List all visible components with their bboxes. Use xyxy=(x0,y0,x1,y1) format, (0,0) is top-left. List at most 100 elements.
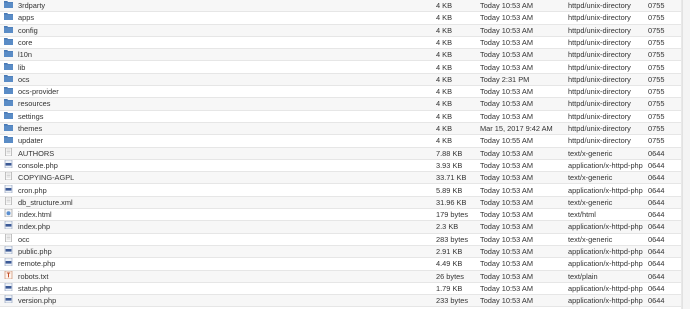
file-permissions[interactable]: 0755 xyxy=(648,74,664,85)
file-name[interactable]: robots.txt xyxy=(18,271,48,282)
folder-icon xyxy=(4,0,13,11)
file-permissions[interactable]: 0755 xyxy=(648,135,664,146)
file-name[interactable]: themes xyxy=(18,123,42,134)
file-row[interactable]: l10n 4 KB Today 10:53 AM httpd/unix-directo… xyxy=(0,49,681,62)
file-modified: Today 10:53 AM xyxy=(480,210,533,220)
file-name[interactable]: AUTHORS xyxy=(18,148,54,159)
file-row[interactable]: occ 283 bytes Today 10:53 AM text/x-generic… xyxy=(0,233,681,246)
file-name[interactable]: 3rdparty xyxy=(18,0,45,11)
file-permissions[interactable]: 0644 xyxy=(648,209,664,220)
file-name[interactable]: index.php xyxy=(18,221,50,232)
php-file-icon xyxy=(4,294,13,306)
file-permissions[interactable]: 0755 xyxy=(648,111,664,122)
file-modified: Today 10:53 AM xyxy=(480,99,533,109)
file-name[interactable]: cron.php xyxy=(18,185,47,196)
file-size: 4 KB xyxy=(436,13,453,23)
text-file-icon xyxy=(4,147,13,159)
file-permissions[interactable]: 0755 xyxy=(648,0,664,11)
folder-icon xyxy=(4,123,13,134)
file-name[interactable]: apps xyxy=(18,12,34,23)
file-permissions[interactable]: 0755 xyxy=(648,49,664,60)
file-mime-type: httpd/unix-directory xyxy=(568,87,631,97)
file-row[interactable]: db_structure.xml 31.96 KB Today 10:53 AM te… xyxy=(0,196,681,210)
file-modified: Today 10:53 AM xyxy=(480,160,533,170)
file-name[interactable]: index.html xyxy=(18,209,52,220)
file-permissions[interactable]: 0644 xyxy=(648,221,664,232)
file-modified: Today 10:53 AM xyxy=(480,259,533,269)
file-row[interactable]: ocs-provider 4 KB Today 10:53 AM httpd/unix… xyxy=(0,86,681,99)
file-row[interactable]: status.php 1.79 KB Today 10:53 AM applicati… xyxy=(0,282,681,296)
file-permissions[interactable]: 0644 xyxy=(648,185,664,196)
file-row[interactable]: apps 4 KB Today 10:53 AM httpd/unix-directo… xyxy=(0,12,681,25)
file-permissions[interactable]: 0755 xyxy=(648,62,664,73)
file-row[interactable]: robots.txt 26 bytes Today 10:53 AM text/pla… xyxy=(0,270,681,283)
file-row[interactable]: ocs 4 KB Today 2:31 PM httpd/unix-directory… xyxy=(0,73,681,87)
file-name[interactable]: COPYING-AGPL xyxy=(18,172,74,183)
file-row[interactable]: version.php 233 bytes Today 10:53 AM applic… xyxy=(0,294,681,308)
file-name[interactable]: l10n xyxy=(18,49,32,60)
file-row[interactable]: lib 4 KB Today 10:53 AM httpd/unix-director… xyxy=(0,62,681,74)
file-row[interactable]: index.html 179 bytes Today 10:53 AM text/ht… xyxy=(0,208,681,222)
file-row[interactable]: themes 4 KB Mar 15, 2017 9:42 AM httpd/unix… xyxy=(0,123,681,136)
file-permissions[interactable]: 0644 xyxy=(648,258,664,269)
file-name[interactable]: resources xyxy=(18,98,50,109)
file-name[interactable]: public.php xyxy=(18,246,52,257)
file-modified: Today 10:53 AM xyxy=(480,1,533,10)
file-permissions[interactable]: 0644 xyxy=(648,197,664,208)
file-mime-type: application/x-httpd-php xyxy=(568,283,643,293)
file-row[interactable]: 3rdparty 4 KB Today 10:53 AM httpd/unix-dir… xyxy=(0,0,681,13)
file-permissions[interactable]: 0755 xyxy=(648,12,664,23)
file-row[interactable]: AUTHORS 7.88 KB Today 10:53 AM text/x-gener… xyxy=(0,147,681,160)
file-name[interactable]: updater xyxy=(18,135,43,146)
file-size: 3.93 KB xyxy=(436,160,463,170)
file-row[interactable]: remote.php 4.49 KB Today 10:53 AM applicati… xyxy=(0,257,681,271)
file-permissions[interactable]: 0755 xyxy=(648,37,664,48)
file-name[interactable]: status.php xyxy=(18,283,52,294)
file-name[interactable]: ocs-provider xyxy=(18,86,59,97)
file-modified: Today 10:53 AM xyxy=(480,283,533,293)
file-name[interactable]: core xyxy=(18,37,32,48)
file-name[interactable]: remote.php xyxy=(18,258,55,269)
file-row[interactable]: config 4 KB Today 10:53 AM httpd/unix-direc… xyxy=(0,24,681,37)
file-permissions[interactable]: 0644 xyxy=(648,295,664,306)
file-name[interactable]: config xyxy=(18,25,38,36)
file-permissions[interactable]: 0644 xyxy=(648,234,664,245)
file-row[interactable]: updater 4 KB Today 10:55 AM httpd/unix-dire… xyxy=(0,135,681,148)
file-name[interactable]: occ xyxy=(18,234,30,245)
file-permissions[interactable]: 0755 xyxy=(648,123,664,134)
file-row[interactable]: core 4 KB Today 10:53 AM httpd/unix-directo… xyxy=(0,37,681,50)
file-row[interactable]: COPYING-AGPL 33.71 KB Today 10:53 AM text/x… xyxy=(0,171,681,185)
file-permissions[interactable]: 0644 xyxy=(648,172,664,183)
file-row[interactable]: public.php 2.91 KB Today 10:53 AM applicati… xyxy=(0,245,681,259)
file-modified: Today 10:53 AM xyxy=(480,234,533,244)
file-permissions[interactable]: 0644 xyxy=(648,246,664,257)
file-row[interactable]: resources 4 KB Today 10:53 AM httpd/unix-di… xyxy=(0,98,681,111)
file-row[interactable]: cron.php 5.89 KB Today 10:53 AM application… xyxy=(0,184,681,197)
file-permissions[interactable]: 0644 xyxy=(648,160,664,171)
file-name[interactable]: settings xyxy=(18,111,43,122)
file-row[interactable]: settings 4 KB Today 10:53 AM httpd/unix-dir… xyxy=(0,111,681,123)
file-name[interactable]: ocs xyxy=(18,74,30,85)
file-permissions[interactable]: 0755 xyxy=(648,86,664,97)
file-name[interactable]: lib xyxy=(18,62,25,73)
file-size: 4 KB xyxy=(436,136,453,146)
file-modified: Today 10:53 AM xyxy=(480,197,533,207)
file-permissions[interactable]: 0644 xyxy=(648,148,664,159)
php-file-icon xyxy=(4,221,13,232)
file-name[interactable]: version.php xyxy=(18,295,56,306)
php-file-icon xyxy=(4,282,13,294)
file-row[interactable]: index.php 2.3 KB Today 10:53 AM application… xyxy=(0,221,681,234)
php-file-icon xyxy=(4,184,13,196)
file-name[interactable]: console.php xyxy=(18,160,58,171)
html-file-icon xyxy=(4,208,13,220)
file-mime-type: application/x-httpd-php xyxy=(568,185,643,195)
file-permissions[interactable]: 0644 xyxy=(648,271,664,282)
file-row[interactable]: console.php 3.93 KB Today 10:53 AM applicat… xyxy=(0,159,681,173)
file-name[interactable]: db_structure.xml xyxy=(18,197,73,208)
vertical-scrollbar[interactable] xyxy=(682,0,690,309)
file-size: 4.49 KB xyxy=(436,259,463,269)
file-permissions[interactable]: 0755 xyxy=(648,98,664,109)
file-modified: Today 10:53 AM xyxy=(480,50,533,60)
file-permissions[interactable]: 0644 xyxy=(648,283,664,294)
file-permissions[interactable]: 0755 xyxy=(648,25,664,36)
